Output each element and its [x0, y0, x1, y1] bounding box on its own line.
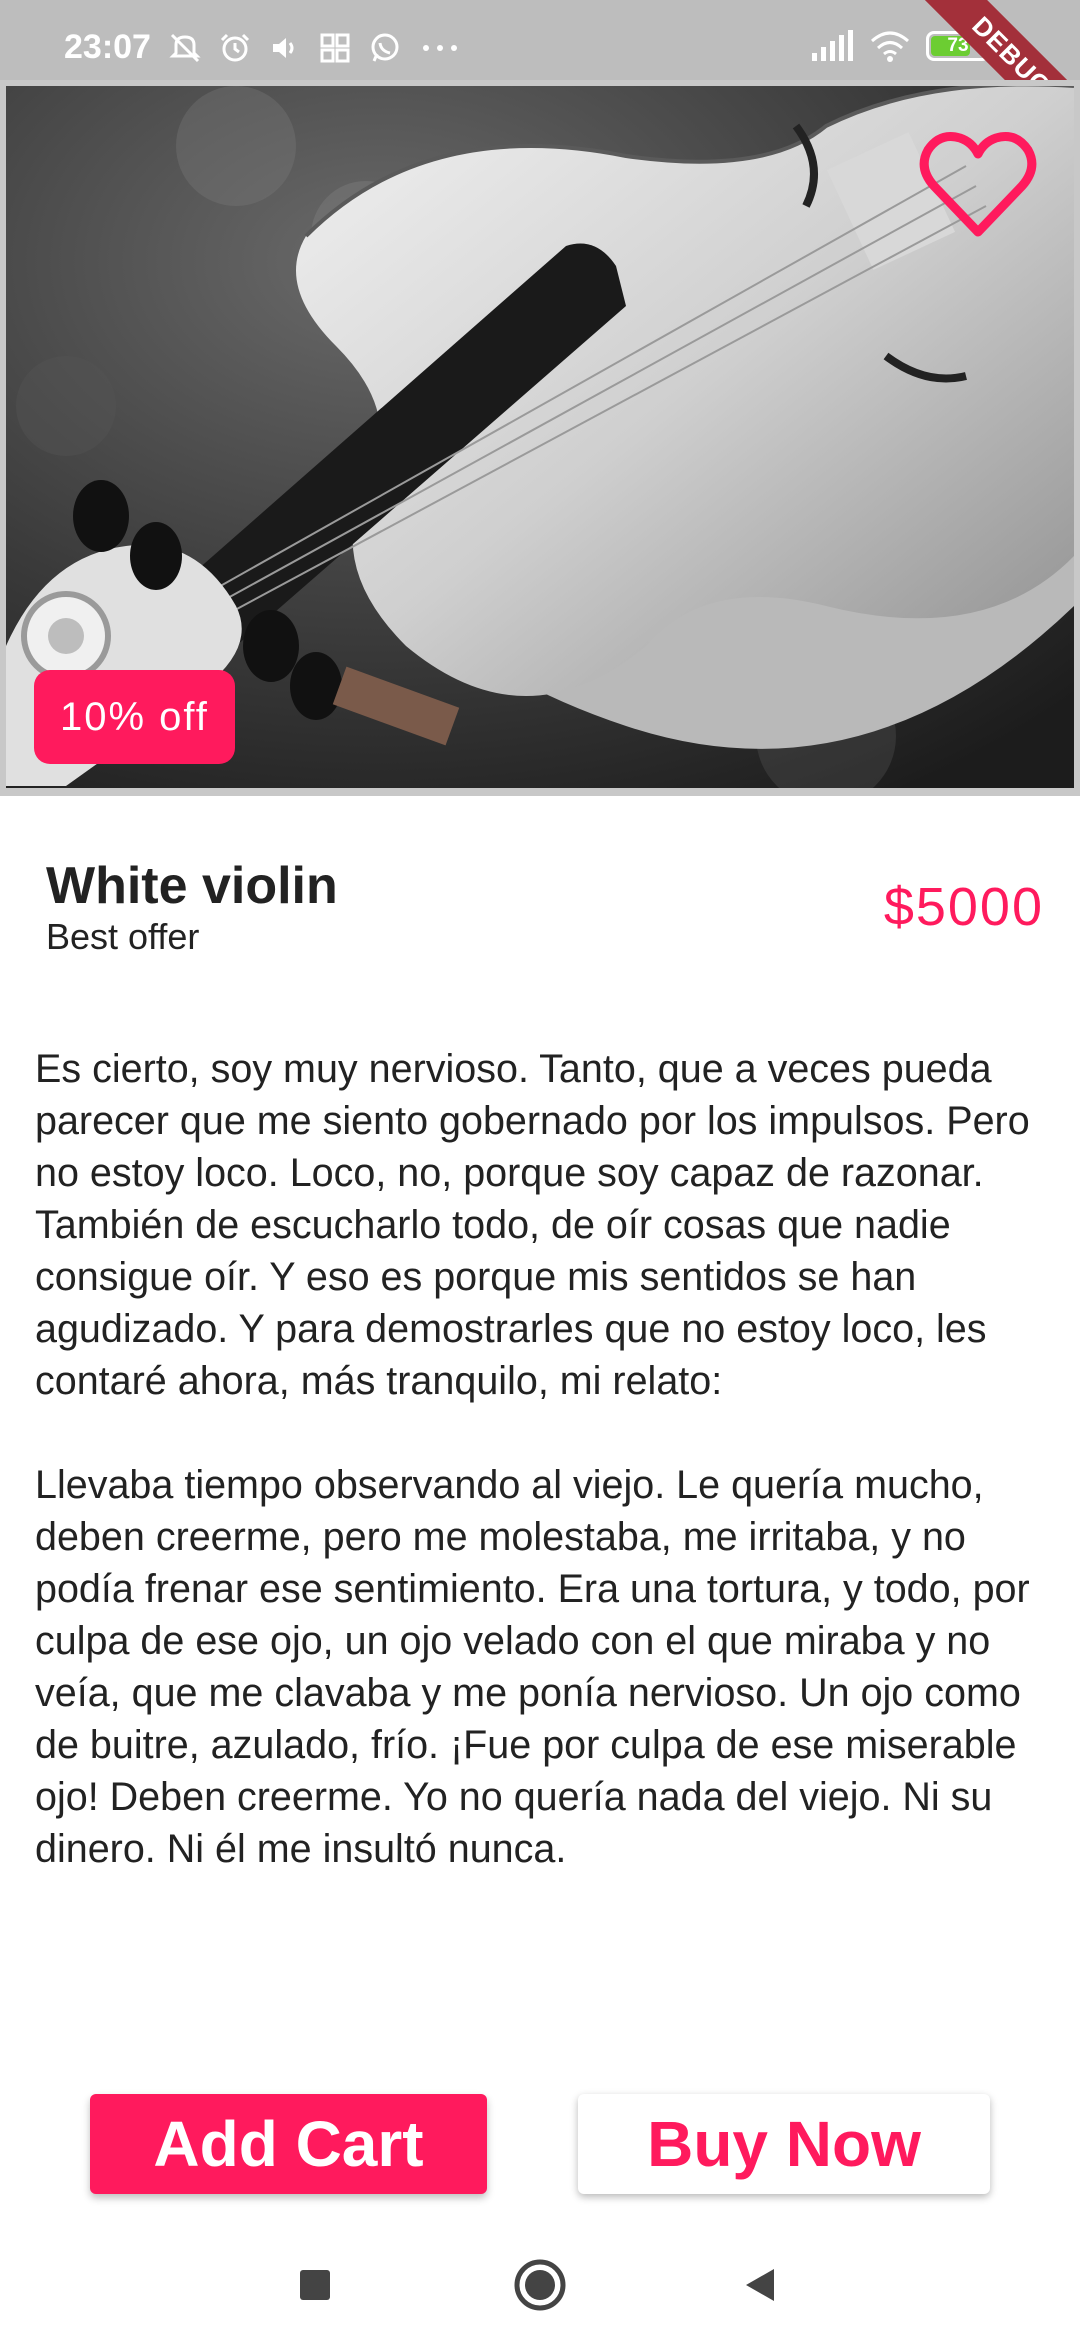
product-title: White violin	[46, 857, 338, 915]
app-grid-icon	[320, 33, 350, 63]
signal-icon	[812, 30, 853, 61]
add-cart-button[interactable]: Add Cart	[90, 2094, 487, 2194]
whatsapp-icon	[371, 33, 399, 62]
more-dots-icon	[423, 45, 457, 51]
home-icon	[514, 2259, 566, 2311]
back-button[interactable]	[725, 2250, 795, 2320]
product-hero: 10% off	[0, 80, 1080, 796]
status-bar: 23:07 73 DEBUG	[0, 0, 1080, 164]
home-button[interactable]	[505, 2250, 575, 2320]
product-price: $5000	[883, 877, 1044, 937]
description-paragraph: Llevaba tiempo observando al viejo. Le q…	[35, 1463, 1030, 1871]
product-subtitle: Best offer	[46, 916, 200, 957]
discount-badge: 10% off	[34, 670, 235, 764]
wifi-icon	[871, 31, 909, 62]
status-time: 23:07	[64, 28, 151, 66]
recent-apps-icon	[300, 2270, 330, 2300]
alarm-icon	[220, 33, 250, 62]
system-nav-bar	[0, 2230, 1080, 2340]
product-description: Es cierto, soy muy nervioso. Tanto, que …	[35, 1043, 1055, 1875]
status-icons-left	[168, 28, 462, 68]
volume-icon	[273, 38, 294, 58]
recent-apps-button[interactable]	[280, 2250, 350, 2320]
favorite-heart-icon[interactable]	[916, 124, 1040, 248]
back-icon	[746, 2269, 774, 2301]
buy-now-button[interactable]: Buy Now	[578, 2094, 990, 2194]
description-paragraph: Es cierto, soy muy nervioso. Tanto, que …	[35, 1047, 1030, 1403]
mute-icon	[169, 33, 201, 63]
